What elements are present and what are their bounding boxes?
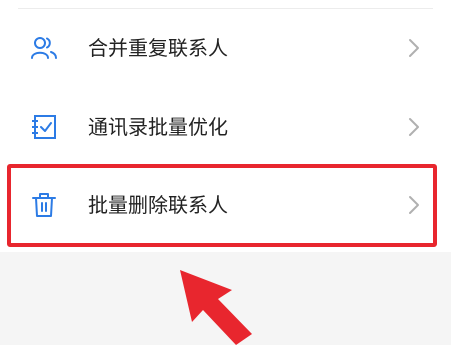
pointer-arrow-icon xyxy=(180,270,252,345)
merge-duplicate-contacts-label: 合并重复联系人 xyxy=(88,36,228,60)
batch-optimize-contacts-item[interactable]: 通讯录批量优化 xyxy=(0,88,451,166)
contacts-merge-icon xyxy=(31,37,57,59)
chevron-right-icon xyxy=(409,118,419,136)
batch-optimize-contacts-label: 通讯录批量优化 xyxy=(88,115,228,139)
highlight-box xyxy=(7,164,437,247)
chevron-right-icon xyxy=(409,39,419,57)
merge-duplicate-contacts-item[interactable]: 合并重复联系人 xyxy=(0,9,451,87)
checklist-icon xyxy=(32,115,56,139)
